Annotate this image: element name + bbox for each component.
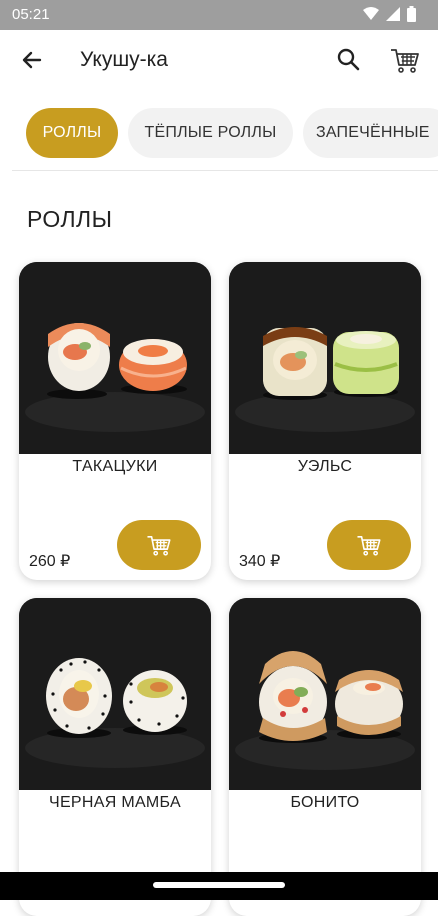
product-name: БОНИТО: [290, 794, 360, 811]
add-to-cart-button[interactable]: [117, 520, 201, 570]
section-title: РОЛЛЫ: [27, 206, 113, 232]
status-bar: 05:21: [0, 0, 438, 30]
product-card[interactable]: УЭЛЬС 340 ₽: [229, 262, 421, 580]
product-name: УЭЛЬС: [297, 458, 353, 475]
product-price: 340 ₽: [239, 553, 281, 570]
product-name: ТАКАЦУКИ: [72, 458, 158, 475]
system-navigation-bar: [0, 872, 438, 900]
product-image: [229, 262, 421, 454]
wifi-icon: [363, 7, 379, 20]
status-icons: [363, 6, 416, 22]
search-icon[interactable]: [334, 45, 364, 75]
product-name: ЧЕРНАЯ МАМБА: [49, 794, 181, 811]
battery-icon: [407, 6, 416, 22]
cart-icon: [357, 535, 381, 556]
add-to-cart-button[interactable]: [327, 520, 411, 570]
cart-icon[interactable]: [388, 43, 422, 77]
category-tabs: РОЛЛЫ ТЁПЛЫЕ РОЛЛЫ ЗАПЕЧЁННЫЕ: [0, 108, 438, 160]
home-indicator[interactable]: [153, 882, 285, 888]
tab-warm-rolls[interactable]: ТЁПЛЫЕ РОЛЛЫ: [128, 108, 293, 158]
product-card[interactable]: БОНИТО: [229, 598, 421, 916]
product-card[interactable]: ЧЕРНАЯ МАМБА: [19, 598, 211, 916]
back-arrow-icon[interactable]: [18, 46, 46, 74]
app-bar: Укушу-ка: [0, 30, 438, 92]
status-time: 05:21: [12, 6, 50, 23]
product-image: [229, 598, 421, 790]
product-image: [19, 598, 211, 790]
tab-baked-rolls[interactable]: ЗАПЕЧЁННЫЕ: [303, 108, 438, 158]
page-title: Укушу-ка: [80, 48, 168, 71]
product-card[interactable]: ТАКАЦУКИ 260 ₽: [19, 262, 211, 580]
divider: [12, 170, 438, 171]
product-price: 260 ₽: [29, 553, 71, 570]
product-image: [19, 262, 211, 454]
tab-rolls[interactable]: РОЛЛЫ: [26, 108, 118, 158]
signal-icon: [386, 7, 400, 21]
cart-icon: [147, 535, 171, 556]
